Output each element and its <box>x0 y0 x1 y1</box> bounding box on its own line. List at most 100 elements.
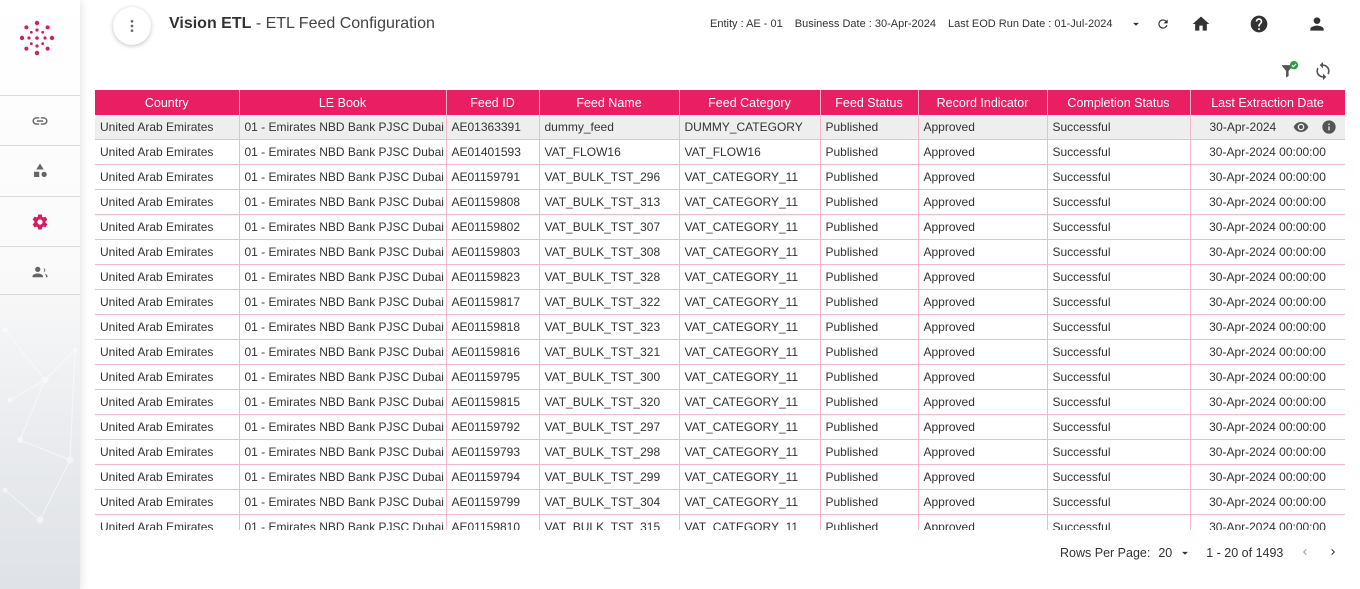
table-row[interactable]: United Arab Emirates 01 - Emirates NBD Ba… <box>95 364 1345 390</box>
sidebar-item-link[interactable] <box>0 95 80 145</box>
info-icon[interactable] <box>1321 119 1337 135</box>
filter-button[interactable] <box>1279 61 1299 81</box>
cell-completion-status: Successful <box>1047 214 1191 240</box>
column-header-feed-status[interactable]: Feed Status <box>820 90 919 115</box>
cell-last-extraction-date: 30-Apr-2024 00:00:00 <box>1190 514 1345 530</box>
eod-dropdown-button[interactable] <box>1126 14 1146 34</box>
sidebar-item-users[interactable] <box>0 246 80 296</box>
cell-text: VAT_BULK_TST_300 <box>544 370 661 384</box>
cell-text: AE01159792 <box>451 420 521 434</box>
cell-text: Published <box>825 445 879 459</box>
previous-page-button[interactable] <box>1299 545 1311 561</box>
table-row[interactable]: United Arab Emirates 01 - Emirates NBD Ba… <box>95 339 1345 365</box>
refresh-date-button[interactable] <box>1153 14 1173 34</box>
sync-icon <box>1316 61 1330 81</box>
cell-country: United Arab Emirates <box>95 164 240 190</box>
row-actions <box>1293 119 1337 135</box>
table-row[interactable]: United Arab Emirates 01 - Emirates NBD Ba… <box>95 264 1345 290</box>
cell-text: VAT_CATEGORY_11 <box>684 220 799 234</box>
cell-text: AE01159808 <box>451 195 521 209</box>
cell-text: 01 - Emirates NBD Bank PJSC Dubai <box>244 170 444 184</box>
page-subtitle: - ETL Feed Configuration <box>251 15 435 32</box>
column-header-country[interactable]: Country <box>95 90 240 115</box>
cell-completion-status: Successful <box>1047 239 1191 265</box>
cell-text: VAT_FLOW16 <box>684 145 761 159</box>
cell-record-indicator: Approved <box>918 289 1048 315</box>
cell-le-book: 01 - Emirates NBD Bank PJSC Dubai <box>239 514 447 530</box>
cell-country: United Arab Emirates <box>95 489 240 515</box>
cell-feed-category: VAT_CATEGORY_11 <box>679 464 821 490</box>
cell-text: VAT_CATEGORY_11 <box>684 520 799 530</box>
table-row[interactable]: United Arab Emirates 01 - Emirates NBD Ba… <box>95 464 1345 490</box>
home-button[interactable] <box>1191 14 1211 34</box>
table-row[interactable]: United Arab Emirates 01 - Emirates NBD Ba… <box>95 439 1345 465</box>
cell-feed-name: VAT_BULK_TST_297 <box>539 414 680 440</box>
rows-per-page-select[interactable]: 20 <box>1158 546 1192 560</box>
cell-record-indicator: Approved <box>918 139 1048 165</box>
cell-last-extraction-date: 30-Apr-2024 00:00:00 <box>1190 264 1345 290</box>
cell-feed-status: Published <box>820 339 919 365</box>
cell-le-book: 01 - Emirates NBD Bank PJSC Dubai <box>239 289 447 315</box>
cell-country: United Arab Emirates <box>95 464 240 490</box>
cell-completion-status: Successful <box>1047 115 1191 140</box>
feed-table-container[interactable]: Country LE Book Feed ID Feed Name Feed C… <box>95 90 1345 530</box>
next-page-button[interactable] <box>1327 545 1339 561</box>
cell-le-book: 01 - Emirates NBD Bank PJSC Dubai <box>239 264 447 290</box>
user-profile-button[interactable] <box>1307 14 1327 34</box>
table-row[interactable]: United Arab Emirates 01 - Emirates NBD Ba… <box>95 115 1345 140</box>
cell-text: 01 - Emirates NBD Bank PJSC Dubai <box>244 470 444 484</box>
cell-completion-status: Successful <box>1047 364 1191 390</box>
column-header-last-extraction-date[interactable]: Last Extraction Date <box>1190 90 1345 115</box>
table-row[interactable]: United Arab Emirates 01 - Emirates NBD Ba… <box>95 139 1345 165</box>
cell-text: AE01159794 <box>451 470 521 484</box>
cell-text: Successful <box>1052 320 1111 334</box>
cell-text: VAT_CATEGORY_11 <box>684 245 799 259</box>
cell-le-book: 01 - Emirates NBD Bank PJSC Dubai <box>239 139 447 165</box>
cell-text: VAT_CATEGORY_11 <box>684 495 799 509</box>
sidebar-item-settings[interactable] <box>0 196 80 246</box>
eye-icon[interactable] <box>1293 119 1309 135</box>
filter-check-icon <box>1281 61 1299 78</box>
cell-feed-name: VAT_BULK_TST_322 <box>539 289 680 315</box>
column-header-record-indicator[interactable]: Record Indicator <box>918 90 1048 115</box>
table-row[interactable]: United Arab Emirates 01 - Emirates NBD Ba… <box>95 414 1345 440</box>
home-icon <box>1192 16 1210 31</box>
cell-completion-status: Successful <box>1047 414 1191 440</box>
cell-text: United Arab Emirates <box>100 370 214 384</box>
sidebar <box>0 0 80 589</box>
column-header-feed-category[interactable]: Feed Category <box>679 90 821 115</box>
table-row[interactable]: United Arab Emirates 01 - Emirates NBD Ba… <box>95 314 1345 340</box>
table-row[interactable]: United Arab Emirates 01 - Emirates NBD Ba… <box>95 189 1345 215</box>
cell-feed-name: dummy_feed <box>539 115 680 140</box>
cell-feed-name: VAT_BULK_TST_315 <box>539 514 680 530</box>
column-header-le-book[interactable]: LE Book <box>239 90 447 115</box>
help-button[interactable] <box>1249 14 1269 34</box>
cell-text: 30-Apr-2024 00:00:00 <box>1209 520 1326 530</box>
cell-le-book: 01 - Emirates NBD Bank PJSC Dubai <box>239 339 447 365</box>
more-menu-button[interactable] <box>113 7 151 45</box>
sidebar-item-shapes[interactable] <box>0 145 80 195</box>
table-row[interactable]: United Arab Emirates 01 - Emirates NBD Ba… <box>95 389 1345 415</box>
table-row[interactable]: United Arab Emirates 01 - Emirates NBD Ba… <box>95 164 1345 190</box>
cell-text: Successful <box>1052 195 1111 209</box>
table-row[interactable]: United Arab Emirates 01 - Emirates NBD Ba… <box>95 239 1345 265</box>
table-row[interactable]: United Arab Emirates 01 - Emirates NBD Ba… <box>95 289 1345 315</box>
column-header-feed-name[interactable]: Feed Name <box>539 90 680 115</box>
cell-text: 01 - Emirates NBD Bank PJSC Dubai <box>244 270 444 284</box>
cell-completion-status: Successful <box>1047 339 1191 365</box>
cell-country: United Arab Emirates <box>95 289 240 315</box>
column-header-completion-status[interactable]: Completion Status <box>1047 90 1191 115</box>
cell-country: United Arab Emirates <box>95 239 240 265</box>
table-row[interactable]: United Arab Emirates 01 - Emirates NBD Ba… <box>95 214 1345 240</box>
reload-button[interactable] <box>1313 61 1333 81</box>
cell-last-extraction-date: 30-Apr-2024 00:00:00 <box>1190 389 1345 415</box>
table-row[interactable]: United Arab Emirates 01 - Emirates NBD Ba… <box>95 489 1345 515</box>
cell-record-indicator: Approved <box>918 439 1048 465</box>
column-header-feed-id[interactable]: Feed ID <box>446 90 540 115</box>
cell-le-book: 01 - Emirates NBD Bank PJSC Dubai <box>239 464 447 490</box>
cell-text: 30-Apr-2024 00:00:00 <box>1209 220 1326 234</box>
cell-country: United Arab Emirates <box>95 389 240 415</box>
cell-record-indicator: Approved <box>918 189 1048 215</box>
table-row[interactable]: United Arab Emirates 01 - Emirates NBD Ba… <box>95 514 1345 530</box>
gear-icon <box>32 214 48 230</box>
